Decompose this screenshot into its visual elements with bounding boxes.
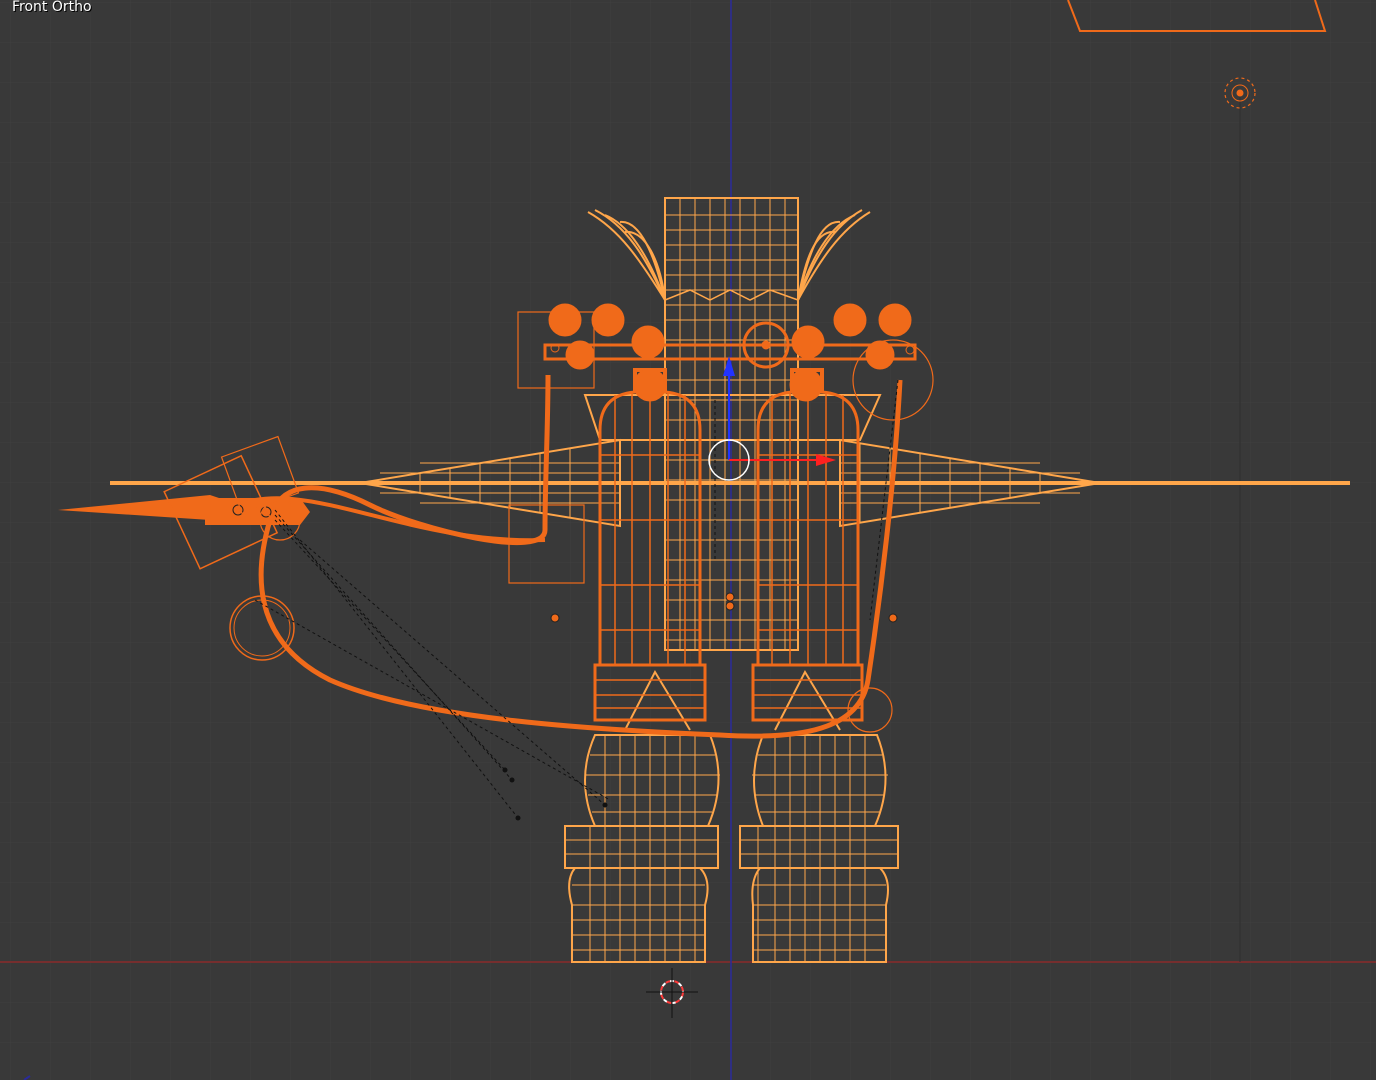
view-label: Front Ortho	[12, 0, 92, 15]
3d-viewport[interactable]: Front Ortho	[0, 0, 1376, 1080]
viewport-canvas[interactable]	[0, 0, 1376, 1080]
